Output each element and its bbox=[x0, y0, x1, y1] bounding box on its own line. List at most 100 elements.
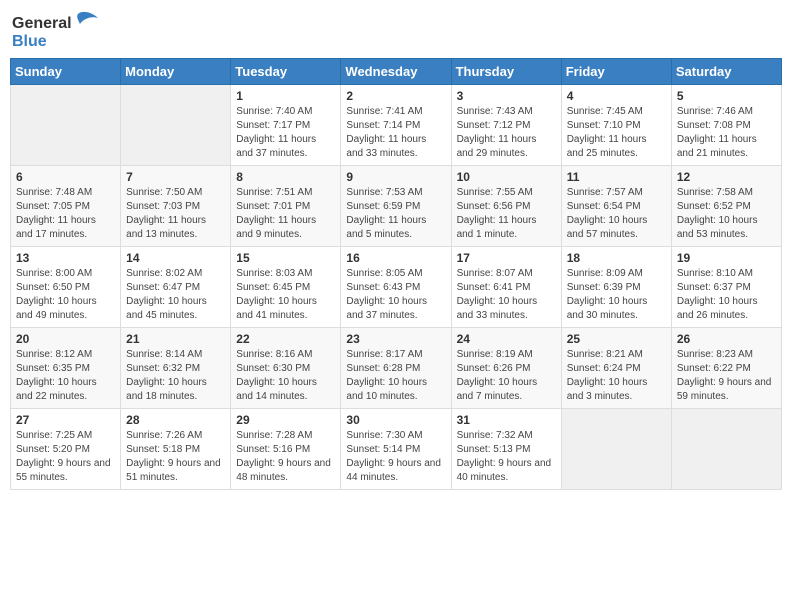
calendar-cell: 7 Sunrise: 7:50 AM Sunset: 7:03 PM Daylig… bbox=[121, 166, 231, 247]
calendar-cell: 1 Sunrise: 7:40 AM Sunset: 7:17 PM Daylig… bbox=[231, 85, 341, 166]
page-header: GeneralBlue bbox=[10, 10, 782, 52]
day-number: 20 bbox=[16, 332, 115, 346]
day-info: Sunrise: 7:51 AM Sunset: 7:01 PM Dayligh… bbox=[236, 186, 335, 242]
day-number: 4 bbox=[567, 89, 666, 103]
calendar-cell bbox=[11, 85, 121, 166]
day-number: 3 bbox=[457, 89, 556, 103]
day-number: 23 bbox=[346, 332, 445, 346]
calendar-cell: 30 Sunrise: 7:30 AM Sunset: 5:14 PM Dayli… bbox=[341, 409, 451, 490]
day-number: 19 bbox=[677, 251, 776, 265]
week-row-2: 6Sunrise: 7:48 AM Sunset: 7:05 PM Daylig… bbox=[11, 166, 782, 247]
weekday-header-row: SundayMondayTuesdayWednesdayThursdayFrid… bbox=[11, 59, 782, 85]
day-info: Sunrise: 8:09 AM Sunset: 6:39 PM Dayligh… bbox=[567, 267, 666, 323]
calendar-cell: 25 Sunrise: 8:21 AM Sunset: 6:24 PM Dayli… bbox=[561, 328, 671, 409]
calendar-cell: 26Sunrise: 8:23 AM Sunset: 6:22 PM Dayli… bbox=[671, 328, 781, 409]
day-info: Sunrise: 7:55 AM Sunset: 6:56 PM Dayligh… bbox=[457, 186, 556, 242]
day-number: 22 bbox=[236, 332, 335, 346]
day-info: Sunrise: 7:43 AM Sunset: 7:12 PM Dayligh… bbox=[457, 105, 556, 161]
calendar-cell: 6Sunrise: 7:48 AM Sunset: 7:05 PM Daylig… bbox=[11, 166, 121, 247]
day-number: 13 bbox=[16, 251, 115, 265]
calendar-cell: 28 Sunrise: 7:26 AM Sunset: 5:18 PM Dayli… bbox=[121, 409, 231, 490]
calendar-cell bbox=[671, 409, 781, 490]
calendar-cell: 23Sunrise: 8:17 AM Sunset: 6:28 PM Dayli… bbox=[341, 328, 451, 409]
day-number: 31 bbox=[457, 413, 556, 427]
day-number: 26 bbox=[677, 332, 776, 346]
day-info: Sunrise: 8:05 AM Sunset: 6:43 PM Dayligh… bbox=[346, 267, 445, 323]
calendar-cell: 8 Sunrise: 7:51 AM Sunset: 7:01 PM Daylig… bbox=[231, 166, 341, 247]
calendar-cell bbox=[561, 409, 671, 490]
weekday-header-monday: Monday bbox=[121, 59, 231, 85]
day-number: 25 bbox=[567, 332, 666, 346]
day-number: 28 bbox=[126, 413, 225, 427]
day-info: Sunrise: 7:48 AM Sunset: 7:05 PM Dayligh… bbox=[16, 186, 115, 242]
day-info: Sunrise: 8:19 AM Sunset: 6:26 PM Dayligh… bbox=[457, 348, 556, 404]
weekday-header-thursday: Thursday bbox=[451, 59, 561, 85]
day-number: 5 bbox=[677, 89, 776, 103]
day-info: Sunrise: 7:57 AM Sunset: 6:54 PM Dayligh… bbox=[567, 186, 666, 242]
calendar-cell: 19 Sunrise: 8:10 AM Sunset: 6:37 PM Dayli… bbox=[671, 247, 781, 328]
day-number: 21 bbox=[126, 332, 225, 346]
day-info: Sunrise: 7:41 AM Sunset: 7:14 PM Dayligh… bbox=[346, 105, 445, 161]
calendar-cell: 15Sunrise: 8:03 AM Sunset: 6:45 PM Dayli… bbox=[231, 247, 341, 328]
weekday-header-wednesday: Wednesday bbox=[341, 59, 451, 85]
day-number: 8 bbox=[236, 170, 335, 184]
day-info: Sunrise: 8:16 AM Sunset: 6:30 PM Dayligh… bbox=[236, 348, 335, 404]
week-row-5: 27 Sunrise: 7:25 AM Sunset: 5:20 PM Dayli… bbox=[11, 409, 782, 490]
calendar-table: SundayMondayTuesdayWednesdayThursdayFrid… bbox=[10, 58, 782, 490]
day-number: 9 bbox=[346, 170, 445, 184]
day-info: Sunrise: 7:50 AM Sunset: 7:03 PM Dayligh… bbox=[126, 186, 225, 242]
day-info: Sunrise: 8:14 AM Sunset: 6:32 PM Dayligh… bbox=[126, 348, 225, 404]
calendar-cell bbox=[121, 85, 231, 166]
day-number: 29 bbox=[236, 413, 335, 427]
weekday-header-saturday: Saturday bbox=[671, 59, 781, 85]
svg-text:General: General bbox=[12, 15, 72, 32]
calendar-cell: 11 Sunrise: 7:57 AM Sunset: 6:54 PM Dayli… bbox=[561, 166, 671, 247]
day-number: 10 bbox=[457, 170, 556, 184]
calendar-cell: 24 Sunrise: 8:19 AM Sunset: 6:26 PM Dayli… bbox=[451, 328, 561, 409]
weekday-header-friday: Friday bbox=[561, 59, 671, 85]
day-info: Sunrise: 7:30 AM Sunset: 5:14 PM Dayligh… bbox=[346, 429, 445, 485]
day-number: 16 bbox=[346, 251, 445, 265]
calendar-cell: 4 Sunrise: 7:45 AM Sunset: 7:10 PM Daylig… bbox=[561, 85, 671, 166]
day-number: 24 bbox=[457, 332, 556, 346]
day-info: Sunrise: 7:26 AM Sunset: 5:18 PM Dayligh… bbox=[126, 429, 225, 485]
day-info: Sunrise: 8:10 AM Sunset: 6:37 PM Dayligh… bbox=[677, 267, 776, 323]
day-number: 1 bbox=[236, 89, 335, 103]
day-info: Sunrise: 7:25 AM Sunset: 5:20 PM Dayligh… bbox=[16, 429, 115, 485]
calendar-cell: 22 Sunrise: 8:16 AM Sunset: 6:30 PM Dayli… bbox=[231, 328, 341, 409]
logo-svg: GeneralBlue bbox=[10, 10, 100, 52]
day-number: 15 bbox=[236, 251, 335, 265]
day-number: 27 bbox=[16, 413, 115, 427]
calendar-cell: 13 Sunrise: 8:00 AM Sunset: 6:50 PM Dayli… bbox=[11, 247, 121, 328]
calendar-cell: 3 Sunrise: 7:43 AM Sunset: 7:12 PM Daylig… bbox=[451, 85, 561, 166]
day-info: Sunrise: 7:32 AM Sunset: 5:13 PM Dayligh… bbox=[457, 429, 556, 485]
calendar-cell: 14 Sunrise: 8:02 AM Sunset: 6:47 PM Dayli… bbox=[121, 247, 231, 328]
day-info: Sunrise: 7:28 AM Sunset: 5:16 PM Dayligh… bbox=[236, 429, 335, 485]
weekday-header-sunday: Sunday bbox=[11, 59, 121, 85]
day-number: 7 bbox=[126, 170, 225, 184]
week-row-1: 1 Sunrise: 7:40 AM Sunset: 7:17 PM Daylig… bbox=[11, 85, 782, 166]
calendar-cell: 27 Sunrise: 7:25 AM Sunset: 5:20 PM Dayli… bbox=[11, 409, 121, 490]
day-number: 17 bbox=[457, 251, 556, 265]
calendar-cell: 9 Sunrise: 7:53 AM Sunset: 6:59 PM Daylig… bbox=[341, 166, 451, 247]
weekday-header-tuesday: Tuesday bbox=[231, 59, 341, 85]
day-info: Sunrise: 7:46 AM Sunset: 7:08 PM Dayligh… bbox=[677, 105, 776, 161]
calendar-cell: 2Sunrise: 7:41 AM Sunset: 7:14 PM Daylig… bbox=[341, 85, 451, 166]
week-row-3: 13 Sunrise: 8:00 AM Sunset: 6:50 PM Dayli… bbox=[11, 247, 782, 328]
day-number: 14 bbox=[126, 251, 225, 265]
day-info: Sunrise: 8:00 AM Sunset: 6:50 PM Dayligh… bbox=[16, 267, 115, 323]
calendar-cell: 5 Sunrise: 7:46 AM Sunset: 7:08 PM Daylig… bbox=[671, 85, 781, 166]
calendar-cell: 20Sunrise: 8:12 AM Sunset: 6:35 PM Dayli… bbox=[11, 328, 121, 409]
day-info: Sunrise: 8:21 AM Sunset: 6:24 PM Dayligh… bbox=[567, 348, 666, 404]
day-info: Sunrise: 7:40 AM Sunset: 7:17 PM Dayligh… bbox=[236, 105, 335, 161]
calendar-cell: 29 Sunrise: 7:28 AM Sunset: 5:16 PM Dayli… bbox=[231, 409, 341, 490]
day-info: Sunrise: 8:07 AM Sunset: 6:41 PM Dayligh… bbox=[457, 267, 556, 323]
week-row-4: 20Sunrise: 8:12 AM Sunset: 6:35 PM Dayli… bbox=[11, 328, 782, 409]
day-number: 11 bbox=[567, 170, 666, 184]
day-number: 30 bbox=[346, 413, 445, 427]
calendar-cell: 21 Sunrise: 8:14 AM Sunset: 6:32 PM Dayli… bbox=[121, 328, 231, 409]
day-info: Sunrise: 7:45 AM Sunset: 7:10 PM Dayligh… bbox=[567, 105, 666, 161]
day-info: Sunrise: 8:02 AM Sunset: 6:47 PM Dayligh… bbox=[126, 267, 225, 323]
day-info: Sunrise: 7:53 AM Sunset: 6:59 PM Dayligh… bbox=[346, 186, 445, 242]
calendar-cell: 17 Sunrise: 8:07 AM Sunset: 6:41 PM Dayli… bbox=[451, 247, 561, 328]
